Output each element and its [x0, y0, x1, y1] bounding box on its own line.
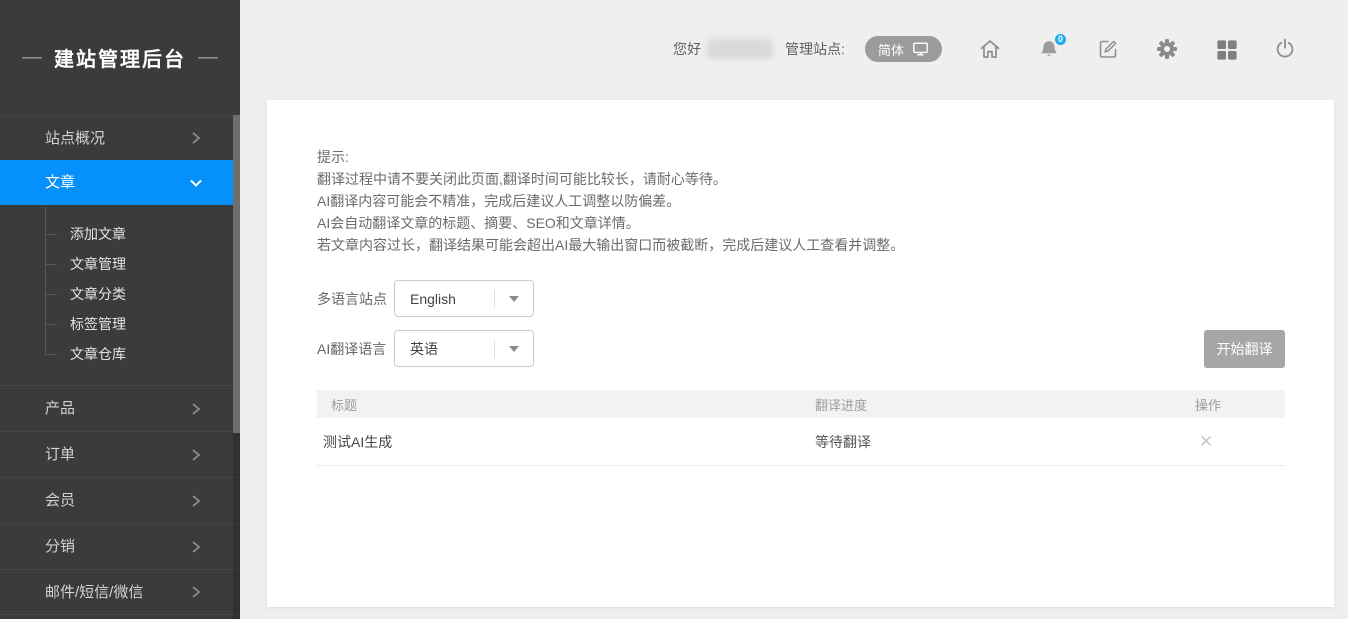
- site-language-pill-button[interactable]: 简体: [865, 36, 942, 62]
- multilang-site-row: 多语言站点 English: [317, 280, 534, 317]
- content-card: 提示: 翻译过程中请不要关闭此页面,翻译时间可能比较长，请耐心等待。 AI翻译内…: [267, 100, 1334, 607]
- chevron-right-icon: [188, 401, 204, 417]
- home-button[interactable]: [978, 37, 1002, 61]
- sidebar-subitem-article-repository[interactable]: 文章仓库: [0, 339, 240, 369]
- tips-line: AI翻译内容可能会不精准，完成后建议人工调整以防偏差。: [317, 190, 904, 212]
- sidebar-item-label: 订单: [45, 446, 75, 463]
- chevron-right-icon: [188, 539, 204, 555]
- username-redacted: [707, 39, 773, 59]
- logo-dash-right: —: [198, 46, 218, 69]
- power-icon: [1273, 37, 1297, 61]
- chevron-right-icon: [188, 493, 204, 509]
- sidebar-item-orders[interactable]: 订单: [0, 431, 240, 477]
- sidebar-item-label: 分销: [45, 538, 75, 555]
- sidebar-item-members[interactable]: 会员: [0, 477, 240, 523]
- app-logo: — 建站管理后台 —: [0, 0, 240, 115]
- row-action-cell: ✕: [1195, 433, 1285, 450]
- start-translation-button[interactable]: 开始翻译: [1204, 330, 1285, 368]
- manage-site-label: 管理站点:: [785, 39, 845, 59]
- sidebar-item-label: 站点概况: [45, 130, 105, 147]
- subitem-label: 文章管理: [70, 256, 126, 272]
- sidebar-item-articles[interactable]: 文章: [0, 160, 240, 205]
- chevron-right-icon: [188, 584, 204, 600]
- articles-submenu: 添加文章 文章管理 文章分类 标签管理 文章仓库: [0, 205, 240, 385]
- sidebar-item-mail-sms-wechat[interactable]: 邮件/短信/微信: [0, 569, 240, 615]
- tips-line: AI会自动翻译文章的标题、摘要、SEO和文章详情。: [317, 212, 904, 234]
- chevron-right-icon: [188, 447, 204, 463]
- table-header-row: 标题 翻译进度 操作: [317, 390, 1285, 418]
- column-header-progress: 翻译进度: [815, 395, 1195, 414]
- column-header-action: 操作: [1195, 395, 1285, 414]
- grid-icon: [1214, 37, 1238, 61]
- multilang-site-select[interactable]: English: [394, 280, 534, 317]
- multilang-site-value: English: [395, 291, 494, 307]
- tips-title: 提示:: [317, 146, 904, 168]
- multilang-site-label: 多语言站点: [317, 289, 394, 309]
- subitem-label: 标签管理: [70, 316, 126, 332]
- translation-table: 标题 翻译进度 操作 测试AI生成 等待翻译 ✕: [317, 390, 1285, 466]
- sidebar-item-label: 会员: [45, 492, 75, 509]
- sidebar-scrollbar-thumb[interactable]: [233, 115, 240, 433]
- ai-translate-language-label: AI翻译语言: [317, 339, 394, 359]
- table-row: 测试AI生成 等待翻译 ✕: [317, 418, 1285, 466]
- notifications-button[interactable]: 0: [1037, 37, 1061, 61]
- sidebar-item-label: 邮件/短信/微信: [45, 584, 143, 601]
- tips-line: 翻译过程中请不要关闭此页面,翻译时间可能比较长，请耐心等待。: [317, 168, 904, 190]
- tips-line: 若文章内容过长，翻译结果可能会超出AI最大输出窗口而被截断，完成后建议人工查看并…: [317, 234, 904, 256]
- site-language-label: 简体: [878, 40, 904, 59]
- column-header-title: 标题: [317, 395, 815, 414]
- top-bar: 您好 管理站点: 简体: [240, 0, 1348, 100]
- chevron-right-icon: [188, 130, 204, 146]
- sidebar-item-products[interactable]: 产品: [0, 385, 240, 431]
- tips-block: 提示: 翻译过程中请不要关闭此页面,翻译时间可能比较长，请耐心等待。 AI翻译内…: [317, 146, 904, 256]
- apps-grid-button[interactable]: [1214, 37, 1238, 61]
- row-title: 测试AI生成: [317, 432, 815, 452]
- caret-down-icon: [495, 296, 533, 302]
- sidebar-subitem-add-article[interactable]: 添加文章: [0, 219, 240, 249]
- sidebar-item-distribution[interactable]: 分销: [0, 523, 240, 569]
- sidebar-item-label: 产品: [45, 400, 75, 417]
- sidebar-subitem-article-category[interactable]: 文章分类: [0, 279, 240, 309]
- subitem-label: 添加文章: [70, 226, 126, 242]
- settings-button[interactable]: [1155, 37, 1179, 61]
- ai-translate-language-value: 英语: [395, 339, 494, 359]
- ai-translate-language-select[interactable]: 英语: [394, 330, 534, 367]
- ai-translate-language-row: AI翻译语言 英语: [317, 330, 534, 367]
- sidebar-subitem-tag-management[interactable]: 标签管理: [0, 309, 240, 339]
- subitem-label: 文章仓库: [70, 346, 126, 362]
- close-icon[interactable]: ✕: [1199, 433, 1213, 450]
- logo-dash-left: —: [22, 46, 42, 69]
- sidebar-subitem-article-management[interactable]: 文章管理: [0, 249, 240, 279]
- greeting-text: 您好: [673, 39, 701, 59]
- notification-badge: 0: [1053, 32, 1068, 47]
- sidebar: — 建站管理后台 — 站点概况 文章 添加文章 文章管理 文章分类 标签管理 文…: [0, 0, 240, 619]
- logout-button[interactable]: [1273, 37, 1297, 61]
- gear-icon: [1155, 37, 1179, 61]
- sidebar-item-site-overview[interactable]: 站点概况: [0, 115, 240, 160]
- monitor-icon: [912, 41, 929, 57]
- caret-down-icon: [495, 346, 533, 352]
- home-icon: [978, 37, 1002, 61]
- sidebar-scrollbar-track: [233, 115, 240, 619]
- sidebar-item-label: 文章: [45, 174, 75, 191]
- subitem-label: 文章分类: [70, 286, 126, 302]
- row-progress: 等待翻译: [815, 432, 1195, 452]
- app-title: 建站管理后台: [54, 43, 186, 72]
- chevron-down-icon: [188, 175, 204, 191]
- edit-button[interactable]: [1096, 37, 1120, 61]
- edit-icon: [1096, 37, 1120, 61]
